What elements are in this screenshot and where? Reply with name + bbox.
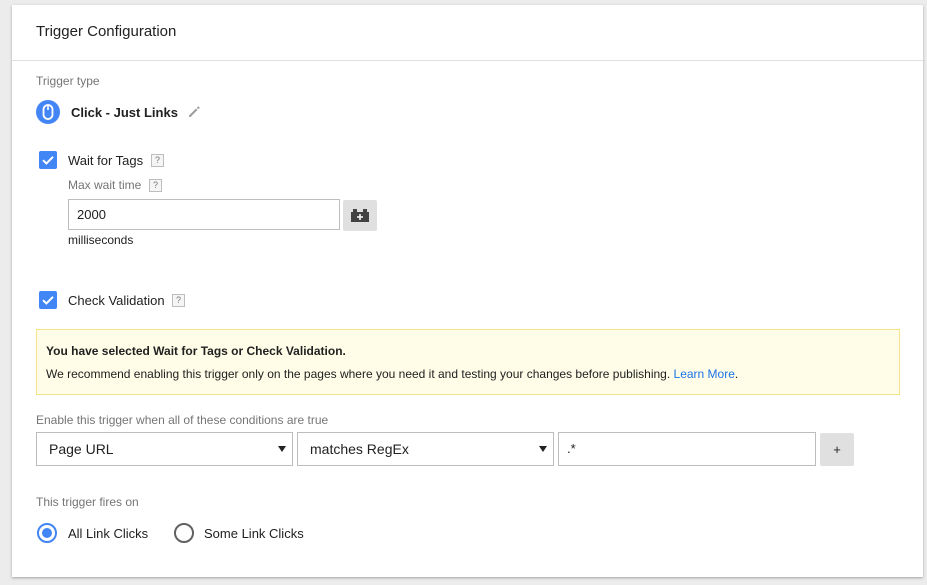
card-title: Trigger Configuration — [36, 23, 177, 40]
all-link-clicks-radio[interactable] — [37, 523, 57, 543]
add-condition-button[interactable]: + — [820, 433, 854, 466]
max-wait-time-help-icon[interactable]: ? — [149, 179, 162, 192]
notice-body: We recommend enabling this trigger only … — [46, 367, 738, 381]
variable-picker-button[interactable] — [343, 200, 377, 231]
dropdown-arrow-icon — [539, 446, 547, 452]
wait-for-tags-label: Wait for Tags — [68, 153, 144, 168]
variable-brick-icon — [351, 209, 369, 222]
check-validation-help-icon[interactable]: ? — [172, 294, 185, 307]
check-validation-label: Check Validation — [68, 293, 165, 308]
check-validation-checkbox[interactable] — [39, 291, 57, 309]
trigger-type-name[interactable]: Click - Just Links — [71, 105, 178, 120]
max-wait-time-input[interactable]: 2000 — [68, 199, 340, 230]
variable-select-value: Page URL — [49, 441, 114, 457]
conditions-label: Enable this trigger when all of these co… — [36, 413, 329, 427]
variable-select[interactable]: Page URL — [36, 432, 293, 466]
mouse-icon — [36, 100, 60, 124]
max-wait-time-label: Max wait time — [68, 178, 142, 192]
wait-for-tags-checkbox[interactable] — [39, 151, 57, 169]
notice-body-text: We recommend enabling this trigger only … — [46, 367, 671, 381]
notice-trailing: . — [734, 367, 739, 381]
operator-select[interactable]: matches RegEx — [297, 432, 554, 466]
pencil-icon[interactable] — [187, 105, 201, 119]
wait-for-tags-help-icon[interactable]: ? — [151, 154, 164, 167]
trigger-type-label: Trigger type — [36, 74, 100, 88]
some-link-clicks-radio[interactable] — [174, 523, 194, 543]
all-link-clicks-label[interactable]: All Link Clicks — [68, 526, 148, 541]
card-header: Trigger Configuration — [12, 5, 923, 61]
radio-dot — [42, 528, 52, 538]
milliseconds-unit: milliseconds — [68, 233, 134, 247]
trigger-configuration-card: Trigger Configuration Trigger type Click… — [12, 5, 923, 577]
learn-more-link[interactable]: Learn More — [674, 367, 735, 381]
notice-title: You have selected Wait for Tags or Check… — [46, 344, 346, 358]
validation-notice: You have selected Wait for Tags or Check… — [36, 329, 900, 395]
condition-value-input[interactable]: .* — [558, 432, 816, 466]
some-link-clicks-label[interactable]: Some Link Clicks — [204, 526, 304, 541]
fires-on-label: This trigger fires on — [36, 495, 139, 509]
dropdown-arrow-icon — [278, 446, 286, 452]
operator-select-value: matches RegEx — [310, 441, 409, 457]
